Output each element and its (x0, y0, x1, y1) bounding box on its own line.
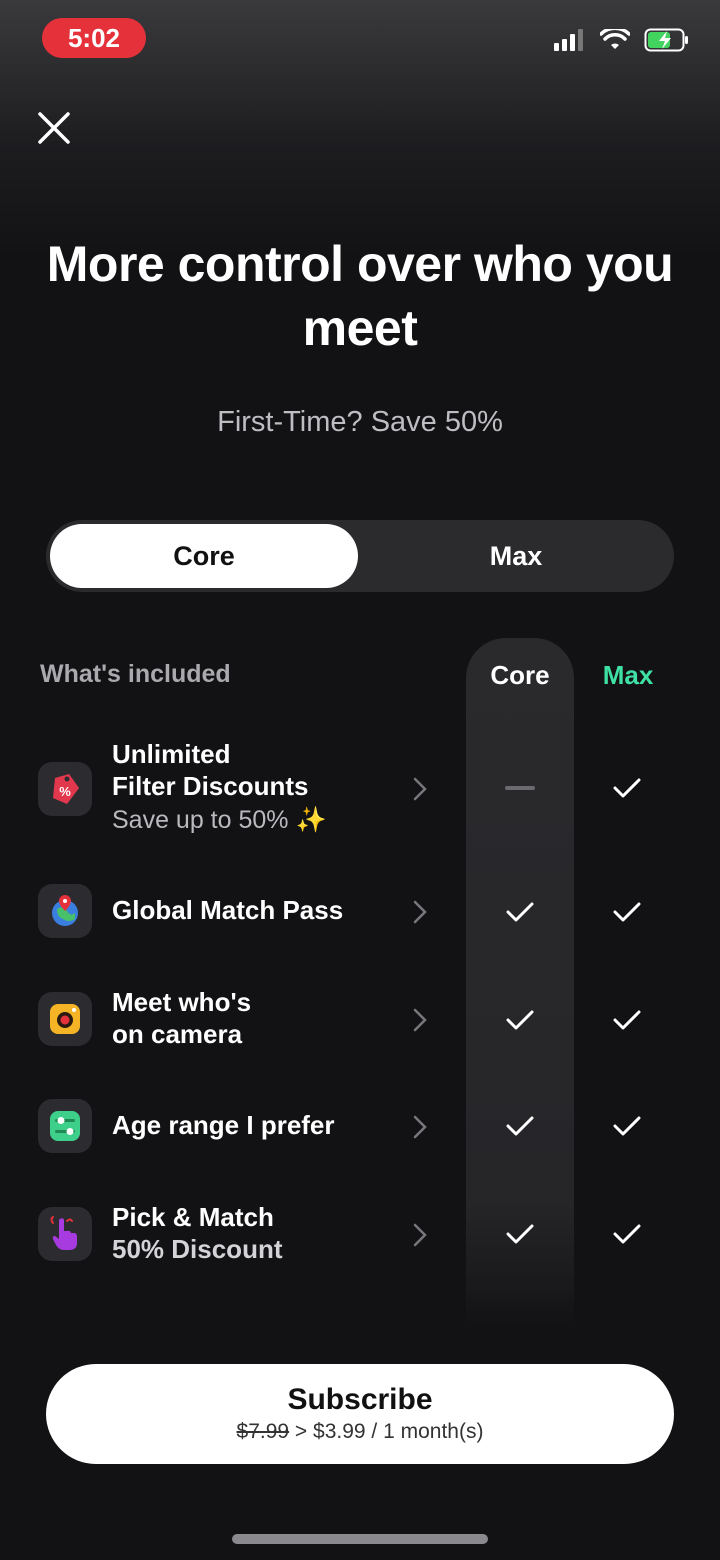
column-header-core: Core (490, 660, 550, 690)
dash-icon (500, 768, 540, 808)
whats-included-label: What's included (40, 660, 231, 688)
subscribe-button[interactable]: Subscribe $7.99 > $3.99 / 1 month(s) (46, 1364, 674, 1464)
checkmark-icon (607, 768, 647, 808)
promo-subtitle: First-Time? Save 50% (217, 406, 503, 438)
plan-toggle-core[interactable]: Core (50, 524, 358, 588)
feature-row-age-range[interactable]: Age range I prefer (0, 1099, 720, 1155)
chevron-right-icon (412, 897, 432, 927)
svg-text:%: % (59, 784, 71, 799)
feature-title-line2: on camera (112, 1019, 243, 1049)
close-icon (38, 112, 70, 144)
home-indicator[interactable] (232, 1534, 488, 1544)
feature-title-line2: 50% Discount (112, 1234, 283, 1264)
checkmark-icon (607, 1000, 647, 1040)
globe-pin-icon (38, 884, 92, 938)
checkmark-icon (500, 1000, 540, 1040)
feature-title: Global Match Pass (112, 895, 344, 925)
subscribe-price: $7.99 > $3.99 / 1 month(s) (237, 1418, 484, 1446)
battery-charging-icon (644, 28, 688, 52)
discount-price: > $3.99 / 1 month(s) (289, 1420, 484, 1443)
discount-tag-icon: % (38, 762, 92, 816)
chevron-right-icon (412, 1112, 432, 1142)
chevron-right-icon (412, 1005, 432, 1035)
feature-row-camera[interactable]: Meet who's on camera (0, 984, 720, 1054)
feature-title: Meet who's (112, 987, 252, 1017)
plan-toggle: Core Max (46, 520, 674, 592)
feature-text: Global Match Pass (112, 894, 343, 926)
checkmark-icon (500, 1106, 540, 1146)
feature-text: Meet who's on camera (112, 986, 251, 1050)
feature-text: Pick & Match 50% Discount (112, 1201, 283, 1265)
feature-subtitle: Save up to 50% ✨ (112, 806, 327, 834)
camera-icon (38, 992, 92, 1046)
sliders-icon (38, 1099, 92, 1153)
status-time-text: 5:02 (67, 22, 121, 53)
original-price: $7.99 (236, 1420, 290, 1443)
status-time: 5:02 (42, 18, 146, 58)
checkmark-icon (500, 892, 540, 932)
chevron-right-icon (412, 1220, 432, 1250)
column-header-max: Max (602, 660, 654, 690)
wifi-icon (600, 29, 630, 49)
status-icons (554, 28, 690, 52)
feature-row-pick-match[interactable]: Pick & Match 50% Discount (0, 1199, 720, 1269)
feature-title: Pick & Match (112, 1202, 274, 1232)
feature-row-global-match[interactable]: Global Match Pass (0, 884, 720, 940)
chevron-right-icon (412, 774, 432, 804)
page-title: More control over who you meet (46, 236, 674, 356)
feature-title-line2: Filter Discounts (112, 771, 309, 801)
feature-text: Unlimited Filter Discounts Save up to 50… (112, 738, 327, 838)
list-fade (0, 1290, 720, 1370)
cellular-signal-icon (554, 29, 583, 51)
plan-toggle-max[interactable]: Max (362, 524, 670, 588)
feature-text: Age range I prefer (112, 1109, 335, 1141)
close-button[interactable] (30, 104, 78, 152)
pointing-hand-icon (38, 1207, 92, 1261)
subscribe-label: Subscribe (287, 1383, 433, 1416)
checkmark-icon (607, 1106, 647, 1146)
checkmark-icon (607, 1214, 647, 1254)
feature-row-filter-discounts[interactable]: % Unlimited Filter Discounts Save up to … (0, 736, 720, 846)
feature-title: Age range I prefer (112, 1110, 335, 1140)
feature-title: Unlimited (112, 739, 231, 769)
checkmark-icon (500, 1214, 540, 1254)
checkmark-icon (607, 892, 647, 932)
